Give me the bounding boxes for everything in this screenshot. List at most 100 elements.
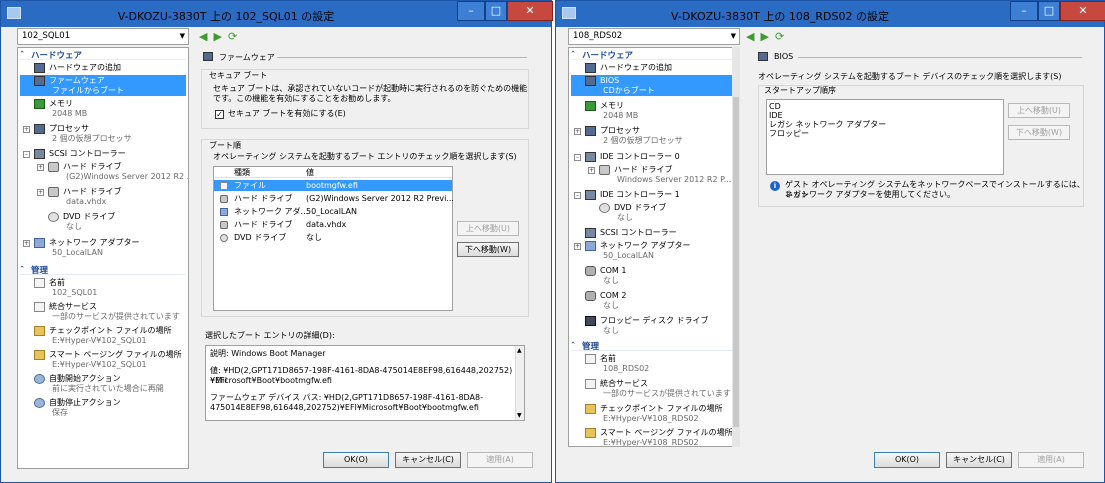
firmware-icon xyxy=(203,52,213,61)
add-hardware-icon xyxy=(585,63,596,73)
collapse-icon[interactable]: – xyxy=(23,151,30,158)
chevron-down-icon: ▼ xyxy=(179,32,185,40)
tree-com-2[interactable]: COM 2 なし xyxy=(571,291,737,311)
expand-icon[interactable]: + xyxy=(37,189,44,196)
cancel-button[interactable]: キャンセル(C) xyxy=(395,452,461,468)
tree-firmware[interactable]: ファームウェア ファイルからブート xyxy=(20,75,186,96)
hard-drive-icon xyxy=(599,165,610,175)
ok-button[interactable]: OK(O) xyxy=(323,452,389,468)
move-up-button[interactable]: 上へ移動(U) xyxy=(1008,103,1070,118)
boot-entry-row[interactable]: DVD ドライブ なし xyxy=(214,232,452,243)
secure-boot-checkbox-label[interactable]: セキュア ブートを有効にする(E) xyxy=(228,109,346,119)
expand-icon[interactable]: + xyxy=(574,128,581,135)
expand-icon[interactable]: + xyxy=(37,164,44,171)
apply-button[interactable]: 適用(A) xyxy=(1018,452,1084,468)
name-icon xyxy=(585,354,596,364)
tree-auto-start-action[interactable]: 自動開始アクション 前に実行されていた場合に再開 xyxy=(20,374,186,394)
column-value: 値 xyxy=(306,168,314,177)
tree-add-hardware[interactable]: ハードウェアの追加 xyxy=(571,63,737,73)
scroll-down-icon[interactable]: ▼ xyxy=(517,412,522,419)
tree-add-hardware[interactable]: ハードウェアの追加 xyxy=(20,63,186,73)
floppy-disk-icon xyxy=(585,316,596,326)
settings-window-102-sql01: V-DKOZU-3830T 上の 102_SQL01 の設定 – □ ✕ 102… xyxy=(0,0,553,483)
collapse-icon[interactable]: – xyxy=(574,154,581,161)
tree-ide-controller-1[interactable]: – IDE コントローラー 1 xyxy=(571,190,737,200)
cancel-button[interactable]: キャンセル(C) xyxy=(946,452,1012,468)
tree-hard-drive[interactable]: + ハード ドライブ Windows Server 2012 R2 P... xyxy=(571,165,737,185)
close-button[interactable]: ✕ xyxy=(507,1,553,21)
startup-item-floppy[interactable]: フロッピー xyxy=(769,129,809,139)
expand-icon[interactable]: + xyxy=(588,167,595,174)
tree-floppy-drive[interactable]: フロッピー ディスク ドライブ なし xyxy=(571,316,737,336)
move-down-button[interactable]: 下へ移動(W) xyxy=(457,242,519,257)
tree-network-adapter[interactable]: + ネットワーク アダプター 50_LocalLAN xyxy=(20,238,186,258)
boot-order-list[interactable]: 種類 値 ファイル bootmgfw.efi ハード ドライブ (G2)Wind… xyxy=(213,166,454,311)
minimize-button[interactable]: – xyxy=(1010,1,1038,21)
forward-arrow-icon[interactable]: ▶ xyxy=(213,30,221,43)
expand-icon[interactable]: + xyxy=(574,243,581,250)
tree-network-adapter[interactable]: + ネットワーク アダプター 50_LocalLAN xyxy=(571,241,737,261)
refresh-icon[interactable]: ⟳ xyxy=(228,30,237,43)
tree-processor[interactable]: + プロセッサ 2 個の仮想プロセッサ xyxy=(571,126,737,146)
details-scrollbar[interactable]: ▲ ▼ xyxy=(515,346,524,420)
details-firmware-path-2: 475014E8EF98,616448,202752)¥EFI¥Microsof… xyxy=(210,403,479,412)
collapse-icon[interactable]: – xyxy=(574,192,581,199)
back-arrow-icon[interactable]: ◀ xyxy=(199,30,207,43)
vm-select[interactable]: 102_SQL01 ▼ xyxy=(17,28,189,45)
boot-entry-details[interactable]: 説明: Windows Boot Manager 値: ¥HD(2,GPT171… xyxy=(205,345,525,421)
maximize-button[interactable]: □ xyxy=(485,1,507,21)
tree-name[interactable]: 名前 102_SQL01 xyxy=(20,278,186,298)
ok-button[interactable]: OK(O) xyxy=(874,452,940,468)
tree-memory[interactable]: メモリ 2048 MB xyxy=(571,101,737,121)
boot-entry-row[interactable]: ハード ドライブ (G2)Windows Server 2012 R2 Prev… xyxy=(214,193,454,204)
tree-checkpoint-location[interactable]: チェックポイント ファイルの場所 E:¥Hyper-V¥102_SQL01 xyxy=(20,326,186,346)
close-button[interactable]: ✕ xyxy=(1060,1,1105,21)
hardware-section-header[interactable]: ˆ ハードウェア xyxy=(20,49,186,61)
dvd-drive-icon xyxy=(599,203,610,213)
tree-auto-stop-action[interactable]: 自動停止アクション 保存 xyxy=(20,398,186,418)
secure-boot-checkbox[interactable]: ✓ xyxy=(215,110,224,119)
tree-checkpoint-location[interactable]: チェックポイント ファイルの場所 E:¥Hyper-V¥108_RDS02 xyxy=(571,404,737,424)
minimize-button[interactable]: – xyxy=(457,1,485,21)
firmware-icon xyxy=(34,76,45,86)
tree-scsi-controller[interactable]: – SCSI コントローラー xyxy=(20,149,186,159)
tree-com-1[interactable]: COM 1 なし xyxy=(571,266,737,286)
hard-drive-icon xyxy=(220,195,228,203)
expand-icon[interactable]: + xyxy=(23,126,30,133)
refresh-icon[interactable]: ⟳ xyxy=(775,30,784,43)
expand-icon[interactable]: + xyxy=(23,240,30,247)
tree-ide-controller-0[interactable]: – IDE コントローラー 0 xyxy=(571,152,737,162)
tree-name[interactable]: 名前 108_RDS02 xyxy=(571,354,737,374)
management-section-header[interactable]: ˆ 管理 xyxy=(20,264,186,276)
forward-arrow-icon[interactable]: ▶ xyxy=(760,30,768,43)
vm-select[interactable]: 108_RDS02 ▼ xyxy=(568,28,740,45)
boot-entry-row[interactable]: ハード ドライブ data.vhdx xyxy=(214,219,452,230)
move-down-button[interactable]: 下へ移動(W) xyxy=(1008,125,1070,140)
tree-dvd-drive[interactable]: DVD ドライブ なし xyxy=(571,203,737,223)
tree-integration-services[interactable]: 統合サービス 一部のサービスが提供されています xyxy=(20,302,186,322)
scroll-thumb[interactable] xyxy=(733,97,739,427)
back-arrow-icon[interactable]: ◀ xyxy=(746,30,754,43)
tree-memory[interactable]: メモリ 2048 MB xyxy=(20,99,186,119)
boot-entry-row[interactable]: ネットワーク アダ... 50_LocalLAN xyxy=(214,206,452,217)
bios-description: オペレーティング システムを起動するブート デバイスのチェック順を選択します(S… xyxy=(758,72,1062,81)
tree-dvd-drive[interactable]: DVD ドライブ なし xyxy=(20,212,186,232)
scroll-up-icon[interactable]: ▲ xyxy=(517,347,522,354)
secure-boot-group-label: セキュア ブート xyxy=(209,71,268,80)
maximize-button[interactable]: □ xyxy=(1038,1,1060,21)
tree-hard-drive-1[interactable]: + ハード ドライブ (G2)Windows Server 2012 R2 ..… xyxy=(20,162,188,182)
tree-hard-drive-2[interactable]: + ハード ドライブ data.vhdx xyxy=(20,187,186,207)
boot-entry-row[interactable]: ファイル bootmgfw.efi xyxy=(214,180,452,191)
tree-bios[interactable]: BIOS CDからブート xyxy=(571,75,737,96)
tree-paging-location[interactable]: スマート ページング ファイルの場所 E:¥Hyper-V¥102_SQL01 xyxy=(20,350,186,370)
tree-paging-location[interactable]: スマート ページング ファイルの場所 E:¥Hyper-V¥108_RDS02 xyxy=(571,428,737,446)
management-section-header[interactable]: ˆ 管理 xyxy=(571,340,737,352)
tree-scsi-controller[interactable]: SCSI コントローラー xyxy=(571,228,737,238)
tree-processor[interactable]: + プロセッサ 2 個の仮想プロセッサ xyxy=(20,124,186,144)
startup-order-list[interactable]: CD IDE レガシ ネットワーク アダプター フロッピー xyxy=(766,99,1004,175)
move-up-button[interactable]: 上へ移動(U) xyxy=(457,221,519,236)
hardware-section-header[interactable]: ˆ ハードウェア xyxy=(571,49,737,61)
tree-integration-services[interactable]: 統合サービス 一部のサービスが提供されています xyxy=(571,379,737,399)
apply-button[interactable]: 適用(A) xyxy=(467,452,533,468)
tree-scrollbar[interactable] xyxy=(732,47,740,447)
